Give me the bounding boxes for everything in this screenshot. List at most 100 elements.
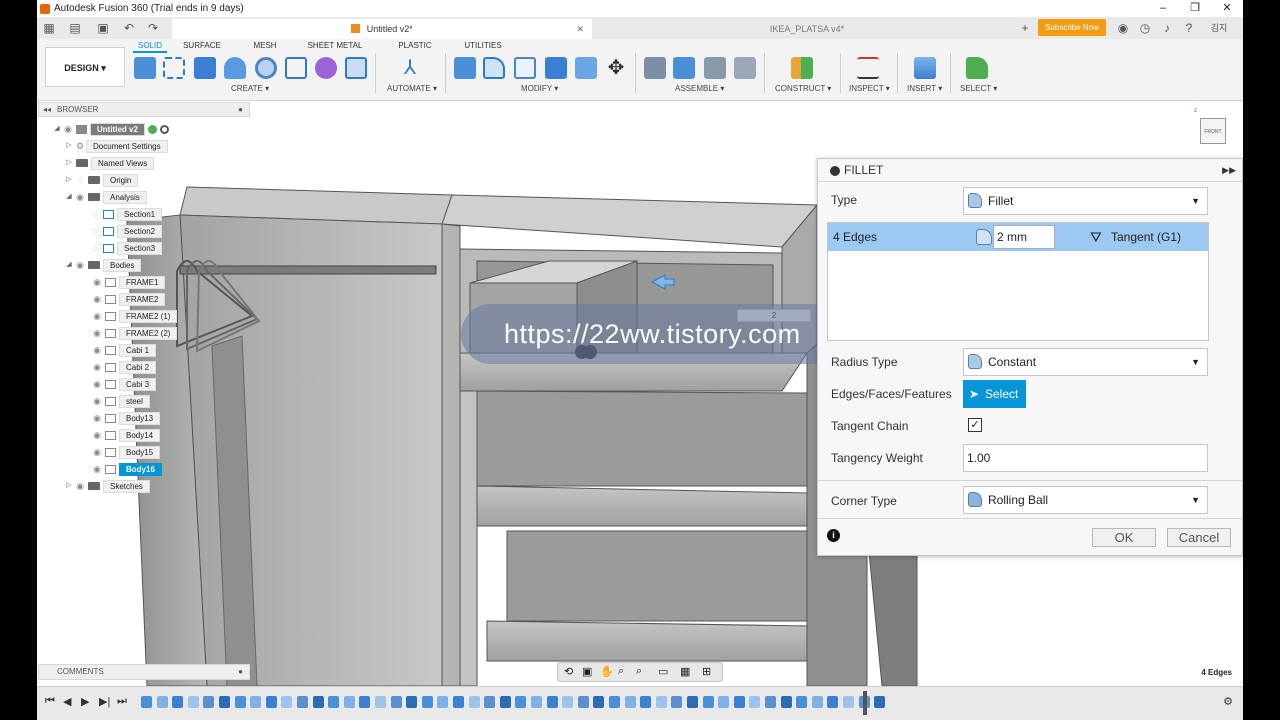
tab-untitled-v2[interactable]: Untitled v2* ✕ xyxy=(172,19,592,39)
tree-item-sketches[interactable]: ▷ ◉ Sketches xyxy=(64,479,150,493)
radius-input[interactable]: 2 mm xyxy=(993,225,1055,249)
look-at-icon[interactable]: ▣ xyxy=(582,665,592,678)
timeline-feature-icon[interactable] xyxy=(843,696,854,708)
close-window-button[interactable]: ✕ xyxy=(1211,0,1243,17)
timeline-feature-icon[interactable] xyxy=(624,696,636,708)
timeline-feature-icon[interactable] xyxy=(687,696,698,708)
tab-surface[interactable]: SURFACE xyxy=(167,40,237,53)
hole-icon[interactable] xyxy=(255,57,277,79)
fillet-icon[interactable] xyxy=(483,57,505,79)
tab-solid[interactable]: SOLID xyxy=(133,40,167,53)
file-menu-icon[interactable]: ▤ xyxy=(67,20,83,36)
timeline-feature-icon[interactable] xyxy=(437,696,449,708)
timeline-feature-icon[interactable] xyxy=(609,696,620,708)
go-to-start-icon[interactable]: ⏮ xyxy=(45,695,55,708)
visibility-eye-icon[interactable]: ◉ xyxy=(74,258,86,272)
tree-item-cabi3[interactable]: ◉ Cabi 3 xyxy=(91,377,157,391)
select-tool-icon[interactable] xyxy=(966,57,988,79)
timeline-feature-icon[interactable] xyxy=(577,696,589,708)
browser-panel-header[interactable]: ◂◂ BROWSER ● xyxy=(38,102,250,117)
tree-item-section2[interactable]: ◌ Section2 xyxy=(89,224,163,238)
activate-icon[interactable] xyxy=(147,124,157,134)
tangency-weight-input[interactable]: 1.00 xyxy=(963,444,1208,472)
edge-set-row[interactable]: 4 Edges 2 mm ⛛ Tangent (G1) xyxy=(828,223,1208,251)
tree-item-origin[interactable]: ▷ ◌ Origin xyxy=(64,173,139,187)
timeline-feature-icon[interactable] xyxy=(718,696,730,708)
visibility-eye-icon[interactable]: ◉ xyxy=(91,360,103,374)
grid-settings-icon[interactable]: ▦ xyxy=(680,665,690,678)
select-button[interactable]: ➤ Select xyxy=(963,380,1026,408)
tree-item-section3[interactable]: ◌ Section3 xyxy=(89,241,163,255)
expand-arrow-icon[interactable]: ▷ xyxy=(64,479,74,493)
tree-item-analysis[interactable]: ◢ ◉ Analysis xyxy=(64,190,147,204)
fillet-dialog-header[interactable]: FILLET ▶▶ xyxy=(818,159,1242,182)
timeline-feature-icon[interactable] xyxy=(562,696,574,708)
tab-ikea-platsa[interactable]: IKEA_PLATSA v4* xyxy=(597,19,1017,39)
timeline-feature-icon[interactable] xyxy=(593,696,605,708)
fit-icon[interactable]: ⌕ xyxy=(636,665,642,678)
tree-item-section1[interactable]: ◌ Section1 xyxy=(89,207,163,221)
step-back-icon[interactable]: ◀ xyxy=(63,695,71,708)
timeline-feature-icon[interactable] xyxy=(655,696,667,708)
timeline-feature-icon[interactable] xyxy=(811,696,823,708)
hidden-eye-icon[interactable]: ◌ xyxy=(74,173,86,187)
measure-icon[interactable] xyxy=(857,57,879,79)
tree-item-body16[interactable]: ◉ Body16 xyxy=(91,462,162,476)
expand-arrow-icon[interactable]: ◢ xyxy=(64,258,74,272)
timeline-feature-icon[interactable] xyxy=(281,696,293,708)
tree-item-cabi1[interactable]: ◉ Cabi 1 xyxy=(91,343,157,357)
timeline-feature-icon[interactable] xyxy=(499,696,511,708)
visibility-eye-icon[interactable]: ◉ xyxy=(91,275,103,289)
continuity-value[interactable]: Tangent (G1) xyxy=(1111,223,1181,251)
visibility-eye-icon[interactable]: ◉ xyxy=(91,309,103,323)
browser-options-icon[interactable]: ● xyxy=(238,103,243,116)
restore-button[interactable]: ❐ xyxy=(1179,0,1211,17)
go-to-end-icon[interactable]: ⏭ xyxy=(117,695,127,708)
timeline-feature-icon[interactable] xyxy=(219,696,230,708)
view-cube[interactable]: FRONT z xyxy=(1194,108,1230,150)
as-built-joint-icon[interactable] xyxy=(704,57,726,79)
app-grid-icon[interactable]: ▦ xyxy=(41,20,57,36)
timeline-feature-icon[interactable] xyxy=(546,696,558,708)
comments-options-icon[interactable]: ● xyxy=(238,665,243,679)
type-dropdown[interactable]: Fillet ▼ xyxy=(963,187,1208,215)
timeline-feature-icon[interactable] xyxy=(297,696,308,708)
save-icon[interactable]: ▣ xyxy=(95,20,111,36)
tab-plastic[interactable]: PLASTIC xyxy=(377,40,453,53)
form-icon[interactable] xyxy=(315,57,337,79)
visibility-eye-icon[interactable]: ◉ xyxy=(91,343,103,357)
notifications-icon[interactable]: ♪ xyxy=(1159,20,1175,36)
hidden-eye-icon[interactable]: ◌ xyxy=(89,224,101,238)
collapse-dialog-icon[interactable] xyxy=(830,166,840,176)
shell-icon[interactable] xyxy=(545,57,567,79)
expand-arrow-icon[interactable]: ◢ xyxy=(64,190,74,204)
timeline-feature-icon[interactable] xyxy=(328,696,340,708)
timeline-feature-icon[interactable] xyxy=(640,696,652,708)
create-sketch-icon[interactable] xyxy=(163,57,185,79)
timeline-feature-icon[interactable] xyxy=(265,696,277,708)
offset-plane-icon[interactable] xyxy=(791,57,813,79)
info-icon[interactable]: i xyxy=(827,529,840,542)
tab-sheet-metal[interactable]: SHEET METAL xyxy=(293,40,377,53)
visibility-eye-icon[interactable]: ◉ xyxy=(91,394,103,408)
timeline-feature-icon[interactable] xyxy=(343,696,355,708)
tree-item-frame2[interactable]: ◉ FRAME2 xyxy=(91,292,166,306)
timeline-feature-icon[interactable] xyxy=(421,696,433,708)
tree-item-cabi2[interactable]: ◉ Cabi 2 xyxy=(91,360,157,374)
tree-item-body15[interactable]: ◉ Body15 xyxy=(91,445,161,459)
radius-type-dropdown[interactable]: Constant ▼ xyxy=(963,348,1208,376)
collapse-browser-icon[interactable]: ◂◂ xyxy=(43,103,51,116)
visibility-eye-icon[interactable]: ◉ xyxy=(91,445,103,459)
expand-arrow-icon[interactable]: ▷ xyxy=(64,139,74,153)
visibility-eye-icon[interactable]: ◉ xyxy=(91,326,103,340)
timeline-feature-icon[interactable] xyxy=(874,696,886,708)
tree-root[interactable]: ◢ ◉ Untitled v2 xyxy=(52,122,169,136)
timeline-feature-icon[interactable] xyxy=(796,696,808,708)
workspace-switcher[interactable]: DESIGN ▾ xyxy=(45,47,125,87)
tree-item-bodies[interactable]: ◢ ◉ Bodies xyxy=(64,258,142,272)
extrude-icon[interactable] xyxy=(194,57,216,79)
job-status-icon[interactable]: ◷ xyxy=(1137,20,1153,36)
inspect-menu[interactable]: INSPECT ▾ xyxy=(849,84,890,93)
timeline-feature-icon[interactable] xyxy=(468,696,480,708)
joint-icon[interactable] xyxy=(673,57,695,79)
